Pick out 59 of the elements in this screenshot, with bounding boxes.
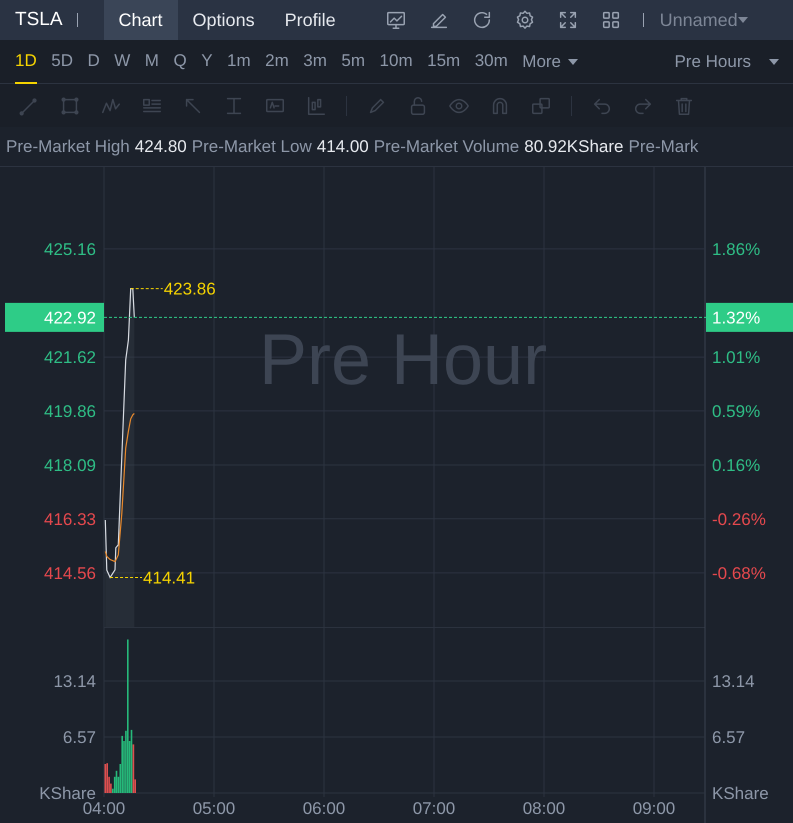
time-axis-label: 07:00 <box>412 799 456 818</box>
symbol-label: TSLA <box>14 8 64 32</box>
timeframe-tab[interactable]: 5D <box>51 40 73 84</box>
stat-value: 424.80 <box>134 136 187 158</box>
annotation: 414.41 <box>143 568 196 588</box>
price-axis-label: 414.56 <box>44 564 96 583</box>
percent-axis-label: -0.68% <box>712 564 766 583</box>
volume-axis-label: 6.57 <box>712 728 746 747</box>
time-axis-label: 09:00 <box>632 799 676 818</box>
timeframe-tab[interactable]: 1m <box>227 40 251 84</box>
annotation: 423.86 <box>164 280 216 299</box>
percent-axis-label: 0.16% <box>712 456 760 475</box>
layout-dropdown[interactable]: Unnamed <box>660 6 748 34</box>
time-axis-label: 05:00 <box>192 799 236 818</box>
timeframe-tab[interactable]: M <box>144 40 159 84</box>
volume-axis-label: 6.57 <box>62 728 96 747</box>
caret-icon <box>738 17 748 23</box>
stat-label: Pre-Market Volume <box>374 136 520 158</box>
session-dropdown[interactable]: Pre Hours <box>674 48 779 74</box>
chart-tab[interactable]: Options <box>178 0 270 40</box>
stat-label: Pre-Market Low <box>192 136 312 158</box>
time-axis-label: 06:00 <box>302 799 346 818</box>
volume-axis-label: 13.14 <box>53 672 96 691</box>
timeframe-tab[interactable]: Q <box>173 40 187 84</box>
price-axis-label: 418.09 <box>44 456 96 475</box>
time-axis-label: 08:00 <box>522 799 566 818</box>
timeframe-tab[interactable]: 3m <box>303 40 327 84</box>
price-axis-label: 425.16 <box>44 240 96 259</box>
stat-label: Pre-Market High <box>6 136 130 158</box>
more-dropdown[interactable]: More <box>522 48 578 74</box>
chart-tab[interactable]: Profile <box>270 0 351 40</box>
timeframe-tab[interactable]: 10m <box>380 40 413 84</box>
price-axis-label: 421.62 <box>44 348 96 368</box>
timeframe-tab[interactable]: W <box>114 40 130 84</box>
last-price-tag: 422.92 <box>5 302 104 332</box>
stat-value: 414.00 <box>316 136 369 158</box>
percent-axis-label: -0.26% <box>712 510 766 529</box>
percent-axis-label: 1.01% <box>712 348 760 368</box>
candlestick-icon[interactable] <box>305 94 327 116</box>
last-change-tag: 1.32% <box>706 302 793 332</box>
caret-icon <box>769 58 779 64</box>
timeframe-tab[interactable]: Y <box>201 40 213 84</box>
percent-axis-label: 1.86% <box>712 240 760 259</box>
stat-label: Pre-Mark <box>628 136 698 158</box>
monitor-chart-icon[interactable] <box>384 9 407 31</box>
timeframe-tab[interactable]: 30m <box>474 40 508 84</box>
chart-tab[interactable]: Chart <box>104 0 178 40</box>
volume-axis-label: KShare <box>712 784 769 803</box>
price-axis-label: 416.33 <box>44 510 96 529</box>
percent-axis-label: 0.59% <box>712 402 760 421</box>
timeframe-tab[interactable]: 2m <box>265 40 289 84</box>
timeframe-tab[interactable]: 15m <box>427 40 460 84</box>
price-axis-label: 419.86 <box>44 402 96 421</box>
timeframe-tab[interactable]: 5m <box>341 40 366 84</box>
rectangle-tool-icon[interactable] <box>59 94 81 116</box>
volume-axis-label: 13.14 <box>712 672 755 691</box>
stat-value: 80.92KShare <box>524 136 624 158</box>
timeframe-tab[interactable]: D <box>87 40 100 84</box>
caret-icon <box>568 58 578 64</box>
